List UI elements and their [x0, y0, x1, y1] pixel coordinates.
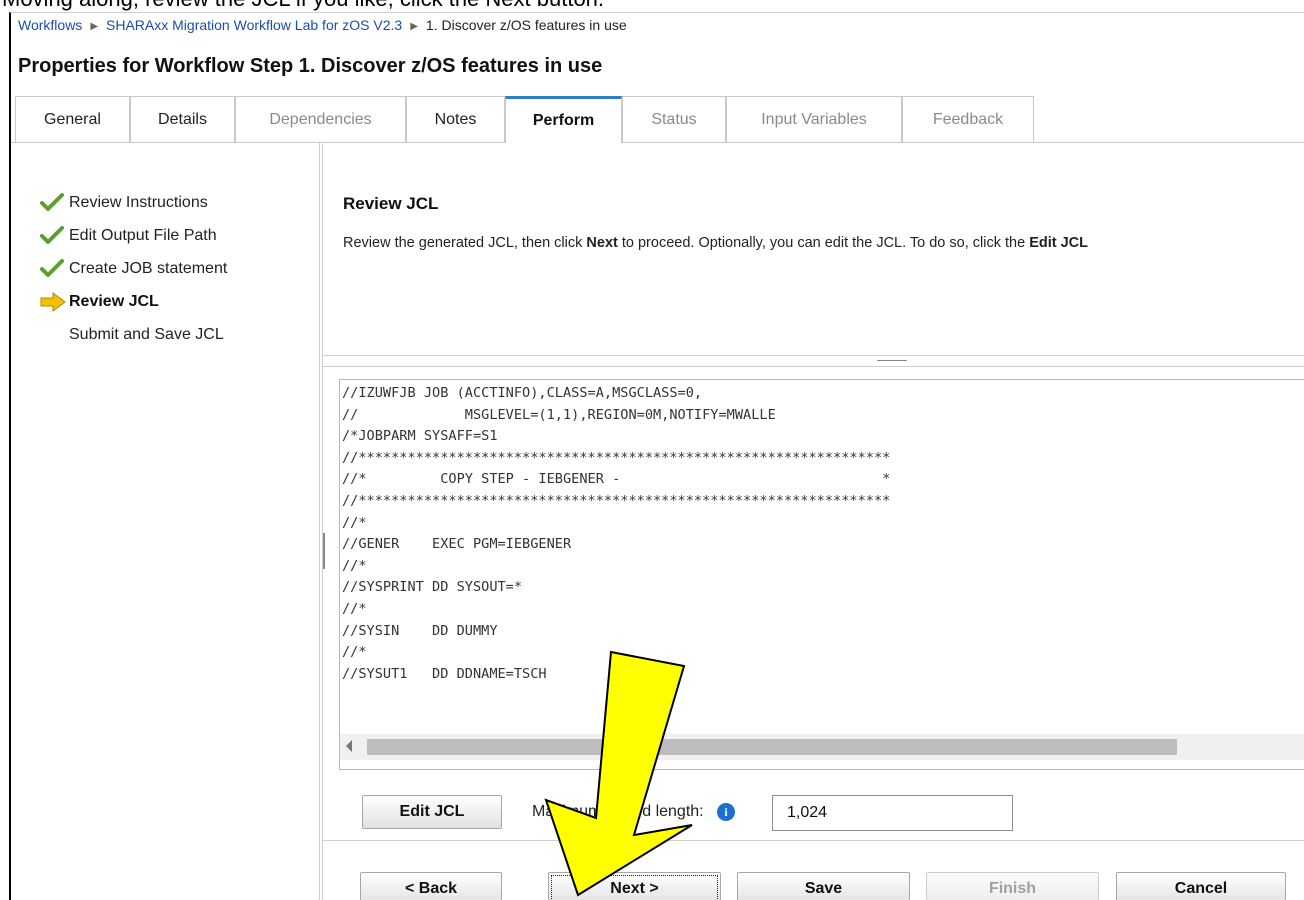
- tab-bar: General Details Dependencies Notes Perfo…: [11, 93, 1304, 143]
- jcl-line: //**************************************…: [342, 492, 891, 509]
- step-navigation: Review Instructions Edit Output File Pat…: [11, 143, 320, 900]
- jcl-line: //*: [342, 644, 367, 661]
- properties-window: Workflows ▶ SHARAxx Migration Workflow Lab…: [9, 12, 1304, 900]
- jcl-line: //*: [342, 600, 367, 617]
- desc-bold-edit-jcl: Edit JCL: [1029, 235, 1088, 251]
- tab-dependencies: Dependencies: [235, 96, 406, 142]
- back-button[interactable]: < Back: [360, 872, 502, 900]
- breadcrumb-workflow-link[interactable]: SHARAxx Migration Workflow Lab for zOS V…: [106, 17, 402, 33]
- max-record-length-label: Maximum record length:: [532, 803, 704, 820]
- jcl-line: //SYSIN DD DUMMY: [342, 622, 498, 639]
- save-button[interactable]: Save: [737, 872, 910, 900]
- cancel-button[interactable]: Cancel: [1116, 872, 1286, 900]
- step-review-jcl[interactable]: Review JCL: [40, 292, 159, 312]
- footer-separator: [323, 840, 1304, 841]
- checkmark-icon: [40, 226, 66, 246]
- horizontal-scrollbar[interactable]: [340, 734, 1304, 760]
- next-button[interactable]: Next >: [548, 872, 721, 900]
- tab-notes[interactable]: Notes: [406, 96, 505, 142]
- step-label: Review Instructions: [69, 194, 208, 211]
- jcl-line: //SYSUT1 DD DDNAME=TSCH: [342, 665, 547, 682]
- checkmark-icon: [40, 193, 66, 213]
- jcl-line: /*JOBPARM SYSAFF=S1: [342, 428, 498, 445]
- current-step-arrow-icon: [40, 292, 66, 312]
- jcl-line: //*: [342, 557, 367, 574]
- page-title: Properties for Workflow Step 1. Discover…: [18, 55, 603, 77]
- jcl-editor[interactable]: //IZUWFJB JOB (ACCTINFO),CLASS=A,MSGCLAS…: [339, 379, 1304, 770]
- vertical-splitter[interactable]: [323, 355, 1304, 367]
- edit-jcl-button[interactable]: Edit JCL: [362, 795, 502, 829]
- breadcrumb-workflows-link[interactable]: Workflows: [18, 17, 82, 33]
- tab-feedback: Feedback: [902, 96, 1034, 142]
- main-panel: Review JCL Review the generated JCL, the…: [323, 143, 1304, 900]
- breadcrumb-separator-icon: ▶: [90, 21, 99, 32]
- step-edit-output-file-path[interactable]: Edit Output File Path: [40, 226, 217, 246]
- jcl-line: // MSGLEVEL=(1,1),REGION=0M,NOTIFY=MWALL…: [342, 406, 776, 423]
- breadcrumb-current-step: 1. Discover z/OS features in use: [425, 17, 627, 33]
- jcl-line: //SYSPRINT DD SYSOUT=*: [342, 579, 523, 596]
- tab-perform[interactable]: Perform: [505, 96, 622, 143]
- tab-input-variables: Input Variables: [726, 96, 902, 142]
- info-icon[interactable]: i: [717, 803, 735, 821]
- step-label: Edit Output File Path: [69, 227, 217, 244]
- finish-button: Finish: [926, 872, 1099, 900]
- desc-text: to proceed. Optionally, you can edit the…: [617, 235, 1030, 251]
- jcl-line: //*: [342, 514, 367, 531]
- step-submit-and-save-jcl[interactable]: Submit and Save JCL: [69, 325, 224, 345]
- jcl-code: //IZUWFJB JOB (ACCTINFO),CLASS=A,MSGCLAS…: [342, 383, 890, 685]
- jcl-line: //GENER EXEC PGM=IEBGENER: [342, 536, 572, 553]
- jcl-line: //**************************************…: [342, 449, 891, 466]
- desc-text: Review the generated JCL, then click: [343, 235, 587, 251]
- step-review-instructions[interactable]: Review Instructions: [40, 193, 208, 213]
- step-label: Create JOB statement: [69, 260, 228, 277]
- breadcrumb-separator-icon: ▶: [410, 21, 418, 32]
- section-title: Review JCL: [343, 194, 439, 213]
- checkmark-icon: [40, 259, 66, 279]
- scroll-left-icon[interactable]: [346, 740, 352, 752]
- tab-details[interactable]: Details: [130, 96, 235, 142]
- scrollbar-thumb[interactable]: [367, 739, 1177, 755]
- tab-general[interactable]: General: [15, 96, 130, 142]
- section-description: Review the generated JCL, then click Nex…: [343, 235, 1088, 251]
- max-record-length-field[interactable]: 1,024: [772, 795, 1013, 831]
- jcl-line: //* COPY STEP - IEBGENER - *: [342, 471, 891, 488]
- tab-status: Status: [622, 96, 726, 142]
- step-create-job-statement[interactable]: Create JOB statement: [40, 259, 227, 279]
- step-label: Review JCL: [69, 293, 159, 310]
- splitter-handle[interactable]: [877, 360, 907, 361]
- jcl-line: //IZUWFJB JOB (ACCTINFO),CLASS=A,MSGCLAS…: [342, 385, 703, 401]
- tutorial-caption: Moving along, review the JCL if you like…: [2, 0, 604, 12]
- breadcrumb: Workflows ▶ SHARAxx Migration Workflow Lab…: [18, 17, 627, 36]
- desc-bold-next: Next: [586, 235, 618, 251]
- step-label: Submit and Save JCL: [69, 326, 224, 343]
